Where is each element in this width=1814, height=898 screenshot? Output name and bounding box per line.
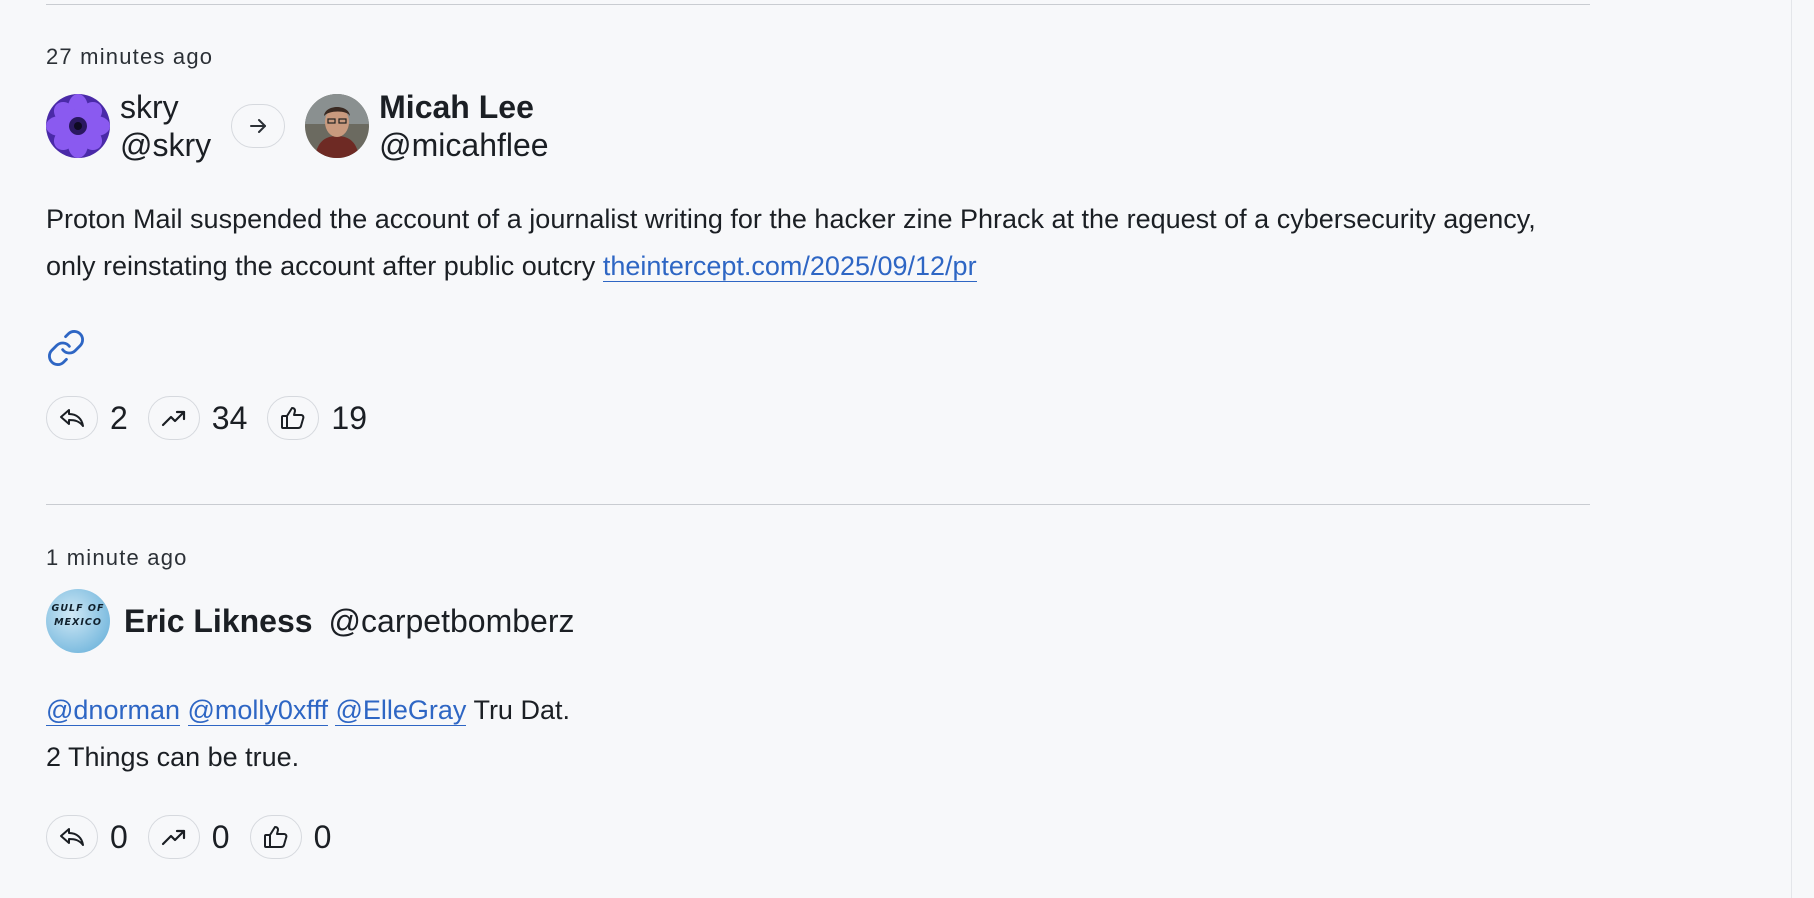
like-button[interactable] (267, 396, 320, 440)
post-actions: 2 34 19 (46, 396, 1590, 440)
boost-count: 0 (211, 818, 230, 855)
boost-button[interactable] (147, 815, 200, 859)
trending-up-icon (161, 829, 185, 846)
mention-link[interactable]: @ElleGray (335, 695, 467, 726)
post: 27 minutes ago skry @skry Micah Lee @mic… (46, 44, 1590, 440)
author-handle: @carpetbomberz (328, 602, 575, 639)
author-handle: @micahflee (379, 127, 549, 163)
reply-button[interactable] (46, 396, 98, 440)
booster-name: skry (120, 89, 179, 125)
reply-icon (60, 409, 84, 427)
post-content: @dnorman @molly0xfff @ElleGray Tru Dat. … (46, 687, 1590, 781)
thumbs-up-icon (263, 826, 287, 848)
thumbs-up-icon (281, 407, 305, 429)
trending-up-icon (161, 410, 185, 427)
divider (46, 4, 1590, 5)
boost-button[interactable] (147, 396, 200, 440)
reply-count: 2 (110, 399, 128, 436)
person-avatar-image (305, 94, 370, 158)
author-name: Micah Lee (379, 89, 534, 125)
post-text-line: 2 Things can be true. (46, 742, 300, 772)
post-text: Tru Dat. (473, 695, 570, 725)
post-timestamp: 27 minutes ago (46, 44, 214, 69)
page-scrollbar-track (1791, 0, 1814, 898)
boost-count: 34 (211, 399, 248, 436)
reply-count: 0 (110, 818, 128, 855)
author-name: Eric Likness (124, 602, 313, 639)
post-timestamp: 1 minute ago (46, 545, 188, 570)
booster-handle: @skry (120, 127, 212, 163)
post-actions: 0 0 0 (46, 815, 1590, 859)
like-count: 0 (313, 818, 332, 855)
link-icon[interactable] (46, 328, 86, 368)
author-identity[interactable]: Eric Likness @carpetbomberz (124, 603, 574, 640)
arrow-right-icon (231, 104, 286, 148)
post-link[interactable]: theintercept.com/2025/09/12/pr (602, 251, 977, 282)
booster-identity[interactable]: skry @skry (120, 88, 211, 164)
author-identity[interactable]: Micah Lee @micahflee (379, 88, 548, 164)
post-actors: GULF OF MEXICO Eric Likness @carpetbombe… (46, 589, 1590, 653)
like-count: 19 (331, 399, 367, 436)
avatar-text: GULF OF MEXICO (51, 603, 105, 628)
divider (46, 504, 1590, 505)
flower-avatar-image (46, 94, 110, 158)
post: 1 minute ago GULF OF MEXICO Eric Likness… (46, 545, 1590, 859)
mention-link[interactable]: @molly0xfff (187, 695, 328, 726)
like-button[interactable] (249, 815, 302, 859)
mention-link[interactable]: @dnorman (46, 695, 180, 726)
avatar[interactable]: GULF OF MEXICO (46, 589, 110, 653)
avatar[interactable] (305, 94, 370, 158)
post-content: Proton Mail suspended the account of a j… (46, 196, 1590, 290)
reply-icon (60, 828, 84, 846)
reply-button[interactable] (46, 815, 98, 859)
post-actors: skry @skry Micah Lee @micahflee (46, 88, 1590, 164)
avatar[interactable] (46, 94, 110, 158)
